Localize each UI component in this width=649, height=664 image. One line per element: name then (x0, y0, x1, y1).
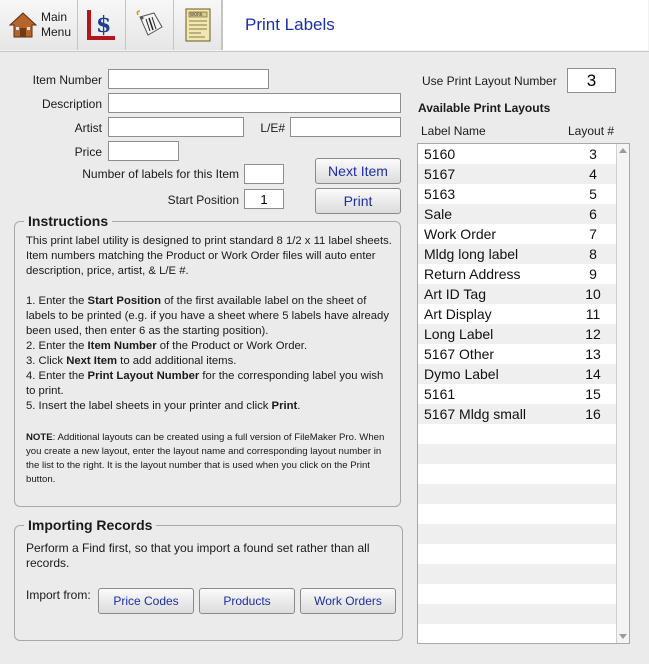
importing-title: Importing Records (24, 517, 157, 533)
number-of-labels-field[interactable] (244, 164, 284, 184)
instructions-step-1: 1. Enter the Start Position of the first… (26, 295, 389, 337)
ledger-dollar-icon: $ (87, 10, 115, 40)
scroll-down-arrow-icon[interactable] (619, 634, 627, 639)
next-item-button[interactable]: Next Item (315, 158, 401, 184)
list-item[interactable]: Art Display 11 (418, 304, 629, 324)
label-name-column-header: Label Name (421, 124, 486, 138)
price-label: Price (74, 145, 102, 159)
import-work-orders-button[interactable]: Work Orders (300, 588, 396, 614)
list-item[interactable]: Dymo Label 14 (418, 364, 629, 384)
empty-row (418, 444, 629, 464)
list-item[interactable]: 5161 15 (418, 384, 629, 404)
empty-row (418, 464, 629, 484)
tags-button[interactable] (126, 0, 174, 50)
instructions-step-5: 5. Insert the label sheets in your print… (26, 400, 301, 412)
artist-field[interactable] (108, 117, 244, 137)
artist-label: Artist (74, 121, 102, 135)
list-item[interactable]: Return Address 9 (418, 264, 629, 284)
scroll-up-arrow-icon[interactable] (619, 148, 627, 153)
list-item[interactable]: Sale 6 (418, 204, 629, 224)
use-layout-label: Use Print Layout Number (422, 74, 557, 88)
start-position-field[interactable] (244, 189, 284, 209)
description-label: Description (41, 97, 102, 111)
available-layouts-heading: Available Print Layouts (418, 101, 551, 115)
instructions-step-2: 2. Enter the Item Number of the Product … (26, 340, 308, 352)
price-field[interactable] (108, 141, 179, 161)
title-bar: Print Labels (222, 0, 648, 50)
instructions-title: Instructions (24, 213, 113, 229)
layout-number-field[interactable] (567, 68, 616, 93)
instructions-step-4: 4. Enter the Print Layout Number for the… (26, 370, 384, 397)
list-item[interactable]: 5160 3 (418, 144, 629, 164)
instructions-step-3: 3. Click Next Item to add additional ite… (26, 355, 237, 367)
price-tag-icon (136, 10, 163, 36)
importing-text: Perform a Find first, so that you import… (26, 541, 370, 570)
le-number-label: L/E# (260, 121, 285, 135)
main-menu-label-line2: Menu (41, 25, 72, 39)
main-menu-label-line1: Main (41, 10, 68, 24)
list-item[interactable]: 5167 Other 13 (418, 344, 629, 364)
description-field[interactable] (108, 93, 401, 113)
instructions-text: This print label utility is designed to … (26, 234, 394, 414)
svg-text:WORK: WORK (190, 12, 203, 17)
item-number-label: Item Number (32, 73, 102, 87)
main-menu-button[interactable]: Main Menu (0, 0, 78, 50)
le-number-field[interactable] (290, 117, 401, 137)
layouts-rows: 5160 3 5167 4 5163 5 Sale 6 Work Order 7 Mldg… (418, 144, 629, 643)
empty-row (418, 564, 629, 584)
svg-text:$: $ (96, 12, 111, 38)
home-icon (9, 12, 37, 38)
list-item[interactable]: Long Label 12 (418, 324, 629, 344)
empty-row (418, 604, 629, 624)
empty-row (418, 624, 629, 643)
layout-number-column-header: Layout # (568, 124, 615, 138)
empty-row (418, 544, 629, 564)
empty-row (418, 584, 629, 604)
empty-row (418, 524, 629, 544)
list-item[interactable]: Work Order 7 (418, 224, 629, 244)
empty-row (418, 504, 629, 524)
print-button[interactable]: Print (315, 188, 401, 214)
list-item[interactable]: Art ID Tag 10 (418, 284, 629, 304)
start-position-label: Start Position (167, 193, 239, 207)
work-order-icon: WORK (185, 8, 211, 42)
import-from-label: Import from: (26, 588, 91, 602)
toolbar: Main Menu $ WORK Print Labels (0, 0, 649, 52)
layouts-scrollbar[interactable] (616, 144, 629, 643)
import-price-codes-button[interactable]: Price Codes (98, 588, 194, 614)
instructions-note: NOTE: Additional layouts can be created … (26, 432, 385, 485)
page-title: Print Labels (245, 15, 335, 34)
work-order-button[interactable]: WORK (174, 0, 222, 50)
ledger-button[interactable]: $ (78, 0, 126, 50)
item-number-field[interactable] (108, 69, 269, 89)
import-products-button[interactable]: Products (199, 588, 295, 614)
list-item[interactable]: 5163 5 (418, 184, 629, 204)
list-item[interactable]: 5167 Mldg small 16 (418, 404, 629, 424)
layouts-list[interactable]: 5160 3 5167 4 5163 5 Sale 6 Work Order 7 Mldg… (417, 143, 630, 644)
list-item[interactable]: Mldg long label 8 (418, 244, 629, 264)
empty-row (418, 424, 629, 444)
number-of-labels-label: Number of labels for this Item (82, 167, 239, 181)
instructions-intro: This print label utility is designed to … (26, 235, 392, 277)
empty-row (418, 484, 629, 504)
list-item[interactable]: 5167 4 (418, 164, 629, 184)
